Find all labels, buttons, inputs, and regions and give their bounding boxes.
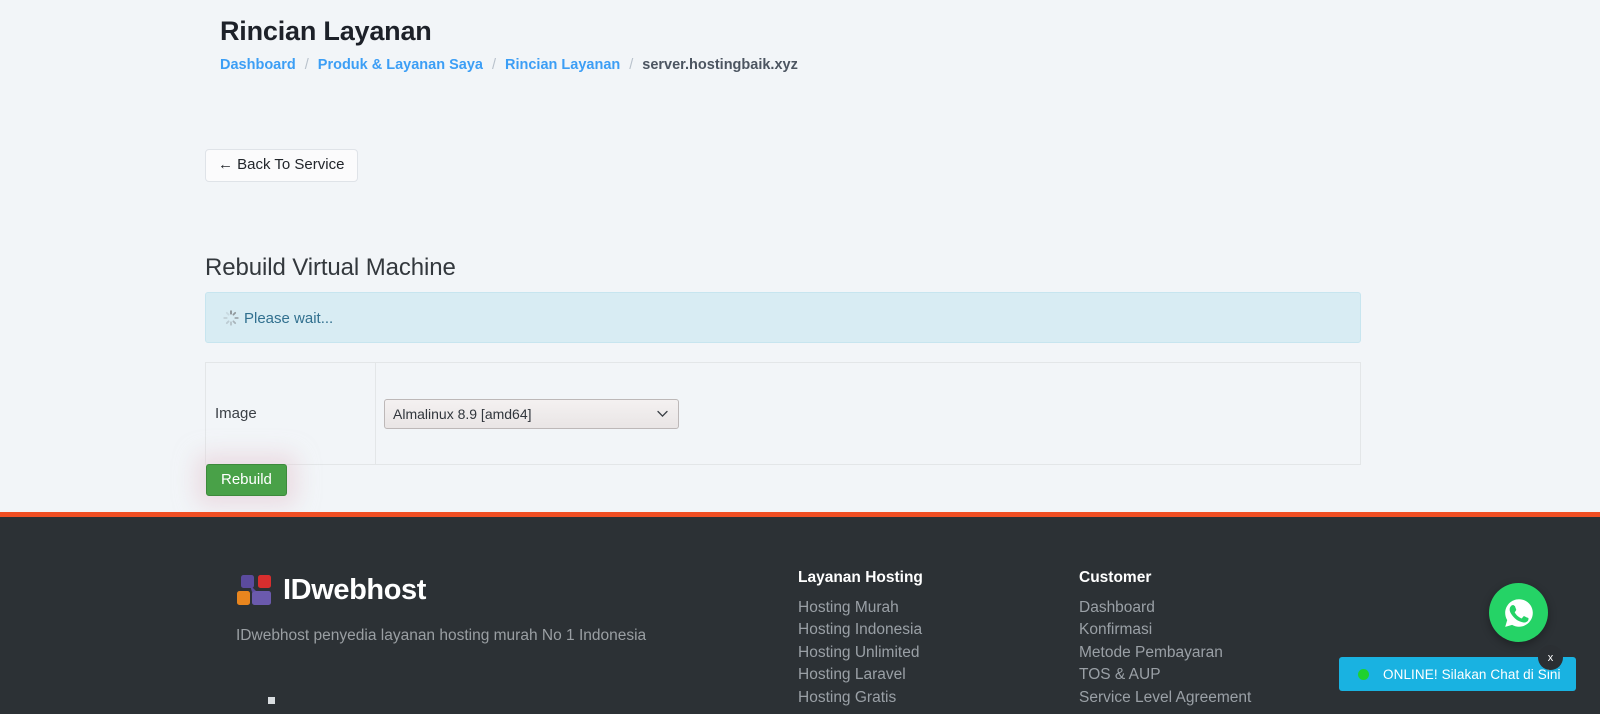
whatsapp-icon: [1504, 598, 1533, 627]
footer-link-service-level-agreement[interactable]: Service Level Agreement: [1079, 687, 1251, 709]
image-label: Image: [205, 362, 376, 465]
spinner-icon: [223, 309, 239, 326]
footer-column-layanan-hosting: Layanan Hosting Hosting Murah Hosting In…: [798, 569, 923, 709]
footer-link-hosting-gratis[interactable]: Hosting Gratis: [798, 687, 923, 709]
please-wait-text: Please wait...: [244, 310, 334, 327]
list-item: Dashboard: [1079, 597, 1251, 619]
breadcrumb: Dashboard / Produk & Layanan Saya / Rinc…: [220, 57, 798, 73]
chat-status-label: ONLINE! Silakan Chat di Sini: [1383, 666, 1561, 682]
rebuild-form-table: Image Almalinux 8.9 [amd64]: [205, 362, 1361, 465]
back-to-service-button[interactable]: ← Back To Service: [205, 149, 359, 182]
section-title: Rebuild Virtual Machine: [205, 254, 456, 281]
footer-column-heading: Layanan Hosting: [798, 569, 923, 586]
footer-link-list: Dashboard Konfirmasi Metode Pembayaran T…: [1079, 597, 1251, 709]
breadcrumb-item-dashboard[interactable]: Dashboard: [220, 57, 296, 73]
list-item: Metode Pembayaran: [1079, 642, 1251, 664]
footer-link-hosting-indonesia[interactable]: Hosting Indonesia: [798, 619, 923, 641]
whatsapp-chat-button[interactable]: [1489, 583, 1548, 642]
breadcrumb-item-rincian-layanan[interactable]: Rincian Layanan: [505, 57, 620, 73]
breadcrumb-separator: /: [304, 57, 309, 73]
list-item: Hosting Indonesia: [798, 619, 923, 641]
page-content: Rincian Layanan Dashboard / Produk & Lay…: [0, 0, 1600, 512]
image-select[interactable]: Almalinux 8.9 [amd64]: [384, 398, 679, 429]
footer-link-hosting-unlimited[interactable]: Hosting Unlimited: [798, 642, 923, 664]
footer-column-customer: Customer Dashboard Konfirmasi Metode Pem…: [1079, 569, 1251, 709]
table-row: Image Almalinux 8.9 [amd64]: [205, 362, 1361, 465]
list-item: Hosting Unlimited: [798, 642, 923, 664]
list-item: Service Level Agreement: [1079, 687, 1251, 709]
footer-logo-text: IDwebhost: [283, 573, 427, 606]
list-item: Hosting Laravel: [798, 664, 923, 686]
footer-tagline: IDwebhost penyedia layanan hosting murah…: [236, 627, 647, 644]
breadcrumb-item-produk-layanan-saya[interactable]: Produk & Layanan Saya: [318, 57, 483, 73]
page-title: Rincian Layanan: [220, 16, 432, 46]
footer-logo[interactable]: IDwebhost: [236, 571, 426, 609]
footer-link-metode-pembayaran[interactable]: Metode Pembayaran: [1079, 642, 1251, 664]
rebuild-button[interactable]: Rebuild: [206, 464, 287, 497]
footer-link-list: Hosting Murah Hosting Indonesia Hosting …: [798, 597, 923, 709]
image-select-wrapper: Almalinux 8.9 [amd64]: [384, 398, 679, 429]
footer-column-heading: Customer: [1079, 569, 1152, 586]
breadcrumb-item-current: server.hostingbaik.xyz: [642, 57, 798, 73]
list-item: Konfirmasi: [1079, 619, 1251, 641]
breadcrumb-separator: /: [629, 57, 634, 73]
idwebhost-logo-icon: [236, 571, 274, 609]
list-item: TOS & AUP: [1079, 664, 1251, 686]
footer-link-konfirmasi[interactable]: Konfirmasi: [1079, 619, 1251, 641]
image-field-cell: Almalinux 8.9 [amd64]: [375, 362, 1361, 465]
list-item: Hosting Murah: [798, 597, 923, 619]
footer-link-hosting-laravel[interactable]: Hosting Laravel: [798, 664, 923, 686]
footer-link-hosting-murah[interactable]: Hosting Murah: [798, 597, 923, 619]
footer-link-dashboard[interactable]: Dashboard: [1079, 597, 1251, 619]
please-wait-alert: Please wait...: [205, 292, 1361, 343]
list-item: Hosting Gratis: [798, 687, 923, 709]
close-icon[interactable]: x: [1538, 645, 1563, 670]
online-status-dot-icon: [1358, 668, 1369, 680]
social-icon[interactable]: [268, 697, 275, 704]
breadcrumb-separator: /: [491, 57, 497, 73]
footer-link-tos-aup[interactable]: TOS & AUP: [1079, 664, 1251, 686]
